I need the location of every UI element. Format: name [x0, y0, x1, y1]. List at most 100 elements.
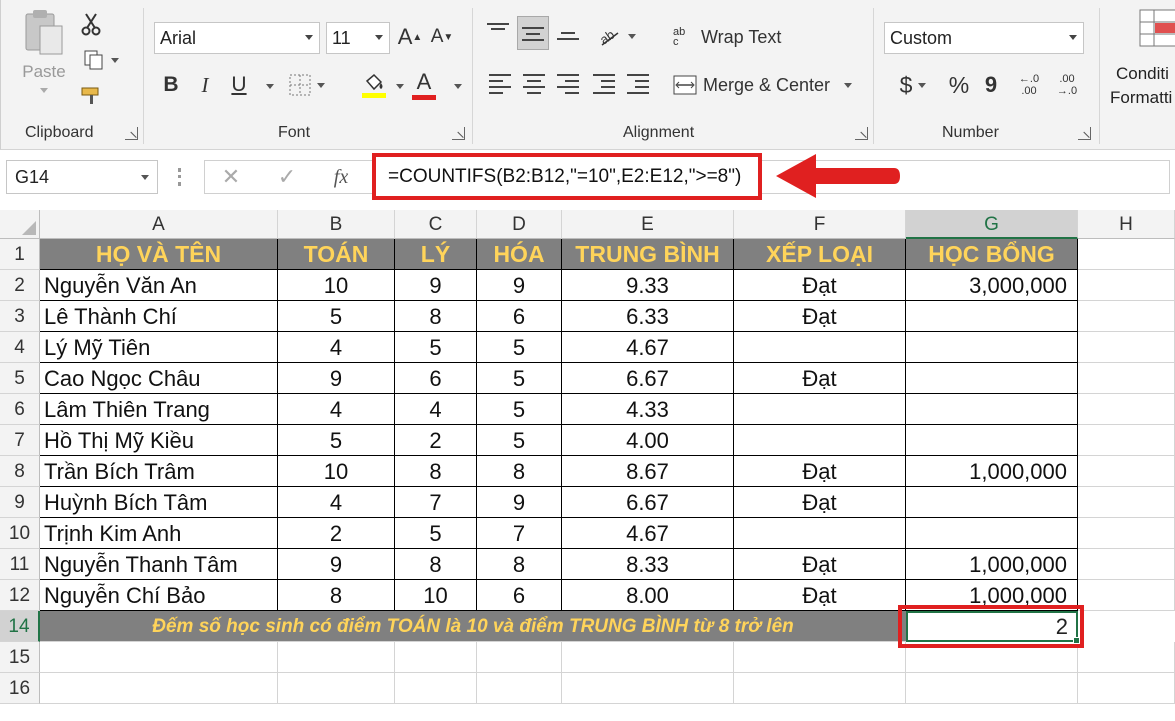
table-cell[interactable]: 1,000,000 — [906, 456, 1078, 487]
table-cell[interactable]: Đạt — [734, 549, 906, 580]
table-cell[interactable]: 4.00 — [562, 425, 734, 456]
table-cell[interactable]: 2 — [395, 425, 477, 456]
table-cell[interactable] — [1078, 549, 1175, 580]
table-cell[interactable]: Đạt — [734, 487, 906, 518]
table-header-cell[interactable]: HỌ VÀ TÊN — [40, 239, 278, 270]
table-cell[interactable]: 4 — [395, 394, 477, 425]
table-header-cell[interactable]: TOÁN — [278, 239, 395, 270]
bold-button[interactable]: B — [158, 70, 184, 100]
top-align-button[interactable] — [487, 22, 509, 42]
font-size-select[interactable]: 11 — [326, 22, 390, 54]
row-header-14[interactable]: 14 — [0, 611, 40, 642]
table-cell[interactable]: 6.67 — [562, 487, 734, 518]
table-cell[interactable]: 6 — [477, 301, 562, 332]
student-name-cell[interactable]: Lý Mỹ Tiên — [40, 332, 278, 363]
table-cell[interactable] — [906, 301, 1078, 332]
table-header-cell[interactable]: LÝ — [395, 239, 477, 270]
summary-label[interactable]: Đếm số học sinh có điểm TOÁN là 10 và đi… — [40, 611, 906, 642]
table-cell[interactable] — [477, 673, 562, 704]
table-cell[interactable]: 8 — [395, 301, 477, 332]
table-cell[interactable]: 5 — [477, 394, 562, 425]
column-header-h[interactable]: H — [1078, 210, 1175, 239]
table-cell[interactable]: 4.67 — [562, 518, 734, 549]
table-cell[interactable]: 5 — [477, 332, 562, 363]
merge-center-button[interactable]: Merge & Center — [673, 70, 863, 100]
table-cell[interactable] — [1078, 425, 1175, 456]
student-name-cell[interactable]: Nguyễn Văn An — [40, 270, 278, 301]
font-name-select[interactable]: Arial — [154, 22, 320, 54]
row-header-8[interactable]: 8 — [0, 456, 40, 487]
table-header-cell[interactable]: HÓA — [477, 239, 562, 270]
column-header-c[interactable]: C — [395, 210, 477, 239]
table-cell[interactable]: Đạt — [734, 580, 906, 611]
student-name-cell[interactable]: Nguyễn Chí Bảo — [40, 580, 278, 611]
table-cell[interactable]: 2 — [278, 518, 395, 549]
name-box[interactable]: G14 — [6, 160, 158, 194]
table-cell[interactable] — [1078, 518, 1175, 549]
table-cell[interactable]: 10 — [278, 456, 395, 487]
table-cell[interactable] — [278, 673, 395, 704]
row-header-2[interactable]: 2 — [0, 270, 40, 301]
table-cell[interactable]: 9.33 — [562, 270, 734, 301]
table-cell[interactable] — [906, 425, 1078, 456]
table-cell[interactable] — [1078, 456, 1175, 487]
table-cell[interactable]: 8.00 — [562, 580, 734, 611]
insert-function-button[interactable]: fx — [326, 162, 356, 192]
table-cell[interactable] — [278, 642, 395, 673]
table-cell[interactable]: 5 — [278, 425, 395, 456]
table-cell[interactable] — [906, 394, 1078, 425]
table-cell[interactable] — [40, 642, 278, 673]
table-cell[interactable]: 8.33 — [562, 549, 734, 580]
table-header-cell[interactable]: XẾP LOẠI — [734, 239, 906, 270]
column-header-b[interactable]: B — [278, 210, 395, 239]
table-cell[interactable] — [734, 425, 906, 456]
student-name-cell[interactable]: Trần Bích Trâm — [40, 456, 278, 487]
clipboard-launcher-icon[interactable] — [125, 127, 138, 140]
table-cell[interactable] — [562, 673, 734, 704]
table-cell[interactable] — [906, 518, 1078, 549]
table-cell[interactable]: 9 — [477, 487, 562, 518]
table-cell[interactable]: 5 — [477, 363, 562, 394]
table-cell[interactable]: 6 — [395, 363, 477, 394]
student-name-cell[interactable]: Lâm Thiên Trang — [40, 394, 278, 425]
table-cell[interactable] — [906, 673, 1078, 704]
row-header-1[interactable]: 1 — [0, 239, 40, 270]
row-header-11[interactable]: 11 — [0, 549, 40, 580]
column-header-a[interactable]: A — [40, 210, 278, 239]
wrap-text-button[interactable]: ab c Wrap Text — [673, 22, 793, 52]
table-cell[interactable]: Đạt — [734, 301, 906, 332]
table-cell[interactable]: 4 — [278, 487, 395, 518]
percent-button[interactable]: % — [944, 70, 974, 100]
align-center-button[interactable] — [523, 74, 545, 94]
column-header-d[interactable]: D — [477, 210, 562, 239]
row-header-4[interactable]: 4 — [0, 332, 40, 363]
table-cell[interactable] — [734, 332, 906, 363]
row-header-9[interactable]: 9 — [0, 487, 40, 518]
increase-font-button[interactable]: A ▲ — [396, 22, 424, 52]
conditional-formatting-button[interactable]: Conditi Formatti — [1100, 0, 1175, 150]
table-cell[interactable]: 4.33 — [562, 394, 734, 425]
table-cell[interactable] — [1078, 270, 1175, 301]
table-cell[interactable]: 8.67 — [562, 456, 734, 487]
table-cell[interactable] — [477, 642, 562, 673]
table-cell[interactable] — [734, 642, 906, 673]
comma-style-button[interactable]: 9 — [980, 70, 1002, 100]
table-cell[interactable]: Đạt — [734, 456, 906, 487]
table-cell[interactable] — [734, 673, 906, 704]
font-launcher-icon[interactable] — [452, 127, 465, 140]
student-name-cell[interactable]: Trịnh Kim Anh — [40, 518, 278, 549]
table-cell[interactable] — [1078, 642, 1175, 673]
table-cell[interactable]: 1,000,000 — [906, 549, 1078, 580]
table-cell[interactable]: 7 — [477, 518, 562, 549]
row-header-5[interactable]: 5 — [0, 363, 40, 394]
table-cell[interactable] — [40, 673, 278, 704]
student-name-cell[interactable]: Cao Ngọc Châu — [40, 363, 278, 394]
table-cell[interactable]: 6.33 — [562, 301, 734, 332]
table-cell[interactable]: 9 — [278, 549, 395, 580]
copy-button[interactable] — [77, 46, 125, 74]
student-name-cell[interactable]: Huỳnh Bích Tâm — [40, 487, 278, 518]
table-cell[interactable]: 5 — [477, 425, 562, 456]
table-cell[interactable] — [1078, 363, 1175, 394]
student-name-cell[interactable]: Hồ Thị Mỹ Kiều — [40, 425, 278, 456]
table-cell[interactable] — [1078, 332, 1175, 363]
